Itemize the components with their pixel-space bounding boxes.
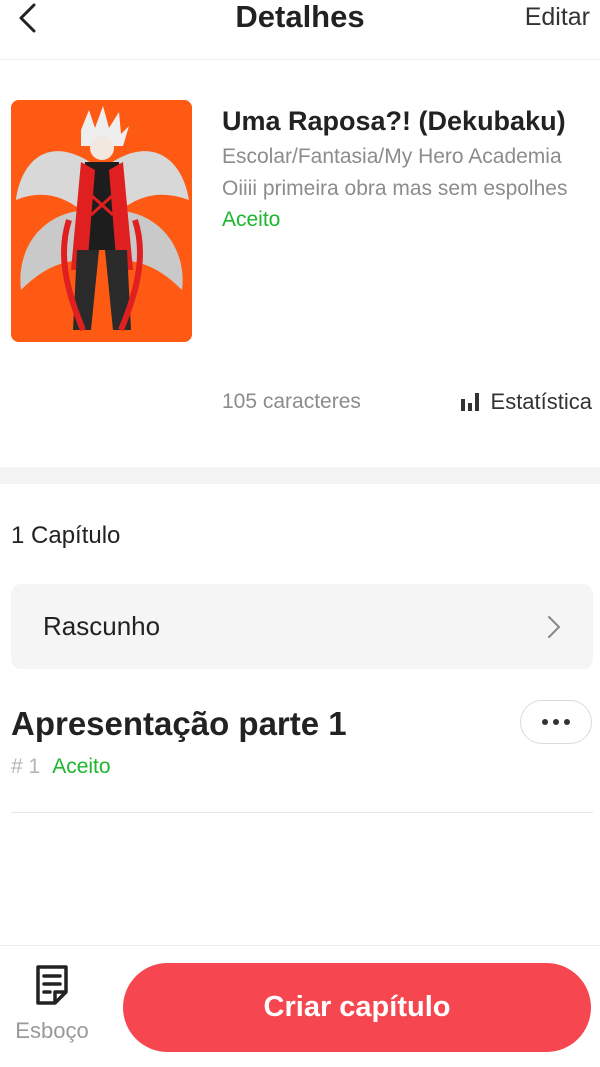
statistics-button[interactable]: Estatística <box>460 389 592 415</box>
drafts-label: Rascunho <box>43 611 161 641</box>
chapter-title[interactable]: Apresentação parte 1 <box>11 705 347 743</box>
story-title: Uma Raposa?! (Dekubaku) <box>222 106 566 136</box>
create-chapter-button[interactable]: Criar capítulo <box>123 963 591 1052</box>
chapter-more-button[interactable] <box>520 700 592 744</box>
chapter-number: # 1 <box>11 755 41 778</box>
bottom-action-bar: Esboço Criar capítulo <box>0 945 600 1067</box>
story-cover-image[interactable] <box>11 100 192 342</box>
bar-chart-icon <box>460 393 479 411</box>
drafts-row[interactable]: Rascunho <box>11 584 593 669</box>
notepad-icon <box>36 965 68 1005</box>
outline-button[interactable]: Esboço <box>8 964 96 1054</box>
statistics-label: Estatística <box>490 389 592 414</box>
story-summary: Oiiii primeira obra mas sem espolhes <box>222 177 568 200</box>
story-info: Uma Raposa?! (Dekubaku) Escolar/Fantasia… <box>222 104 592 234</box>
cover-illustration <box>11 100 192 342</box>
section-divider <box>0 467 600 484</box>
chapter-status: Aceito <box>52 755 111 778</box>
list-divider <box>11 812 593 813</box>
chapter-count: 1 Capítulo <box>11 522 121 549</box>
chapter-meta: # 1 Aceito <box>11 755 111 779</box>
edit-button[interactable]: Editar <box>525 3 590 32</box>
outline-label: Esboço <box>15 1018 89 1043</box>
page-title: Detalhes <box>235 0 365 34</box>
character-count: 105 caracteres <box>222 390 361 413</box>
more-dots-icon <box>542 719 570 725</box>
chevron-right-icon <box>548 615 560 638</box>
story-genres: Escolar/Fantasia/My Hero Academia <box>222 145 562 168</box>
story-status: Aceito <box>222 208 281 231</box>
top-bar: Detalhes Editar <box>0 0 600 60</box>
